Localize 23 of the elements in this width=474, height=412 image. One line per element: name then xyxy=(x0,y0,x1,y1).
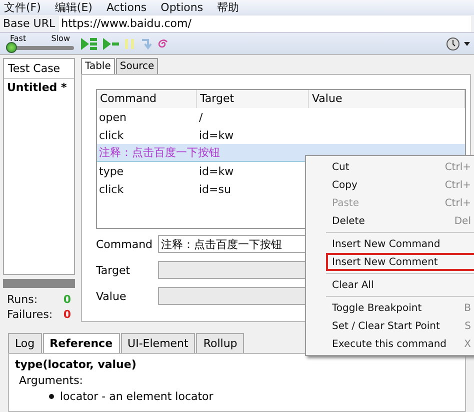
arguments-label: Arguments: xyxy=(18,374,84,387)
slow-label: Slow xyxy=(51,34,70,42)
command-signature: type(locator, value) xyxy=(15,358,138,371)
field-label: Command xyxy=(96,238,154,250)
base-url-label: Base URL xyxy=(3,17,56,30)
field-label: Target xyxy=(96,264,132,276)
table-cell-text: type xyxy=(98,164,125,178)
test-case-header: Test Case xyxy=(4,59,74,79)
fast-label: Fast xyxy=(10,34,26,42)
table-cell-text: / xyxy=(198,110,204,124)
table-cell-text: open xyxy=(98,110,128,124)
runs-label: Runs: xyxy=(7,293,38,306)
field-label: Value xyxy=(96,290,128,302)
runs-count: 0 xyxy=(63,293,71,306)
table-cell-text: id=kw xyxy=(198,128,235,142)
failures-label: Failures: xyxy=(7,308,53,321)
table-cell-text: click xyxy=(98,182,125,196)
table-cell-text: id=su xyxy=(198,182,232,196)
comment-cell-text: 注释：点击百度一下按钮 xyxy=(98,145,221,160)
failures-count: 0 xyxy=(63,308,71,321)
table-cell-text: click xyxy=(98,128,125,142)
argument-text: locator - an element locator xyxy=(15,390,459,403)
table-cell-text: id=kw xyxy=(198,164,235,178)
